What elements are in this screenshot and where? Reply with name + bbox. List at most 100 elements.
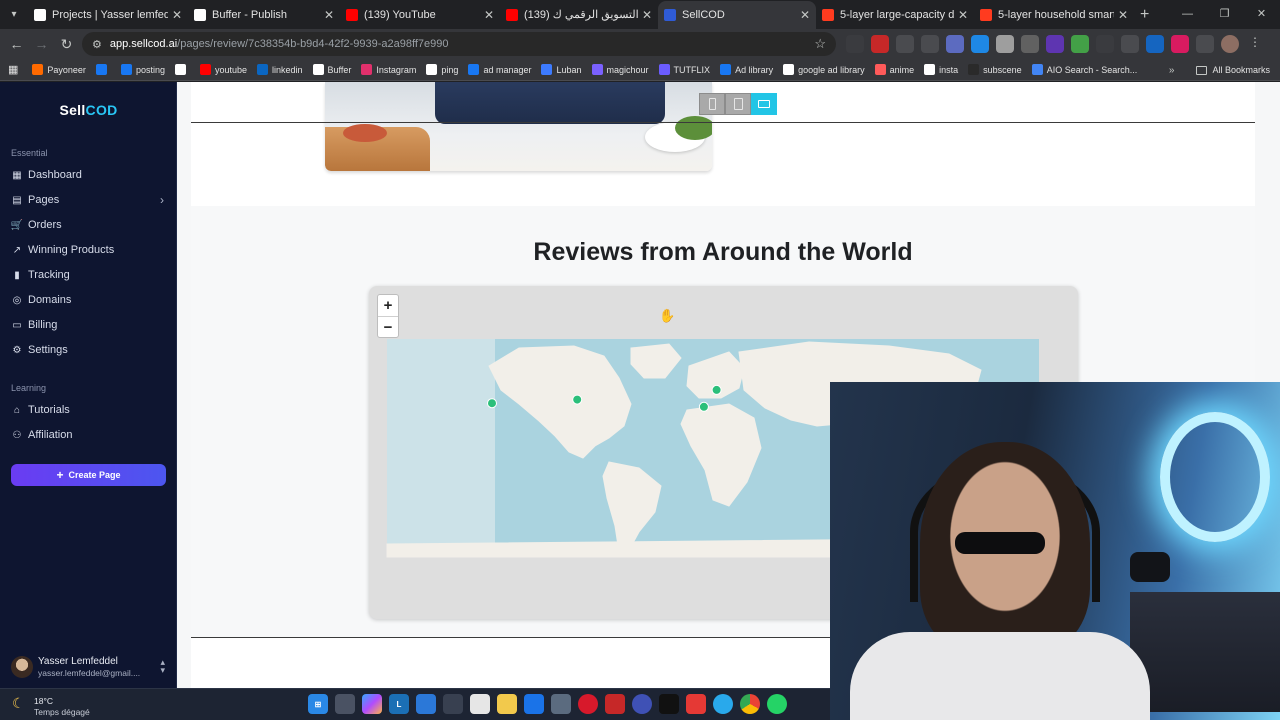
telegram-icon[interactable] (713, 694, 733, 714)
extension-icon[interactable] (971, 35, 989, 53)
bookmark-item[interactable]: Payoneer (32, 64, 86, 75)
extension-icon[interactable] (996, 35, 1014, 53)
bookmark-item[interactable]: ad manager (468, 64, 531, 75)
bookmark-item[interactable]: Luban (541, 64, 582, 75)
app-icon[interactable] (605, 694, 625, 714)
chevron-right-icon[interactable]: › (160, 193, 164, 207)
profile-avatar[interactable] (1221, 35, 1239, 53)
user-profile[interactable]: Yasser Lemfeddel yasser.lemfeddel@gmail.… (11, 654, 171, 680)
extension-icon[interactable] (921, 35, 939, 53)
bookmark-item[interactable]: insta (924, 64, 958, 75)
close-window-button[interactable]: ✕ (1243, 0, 1280, 28)
app-icon[interactable] (443, 694, 463, 714)
bookmark-item[interactable]: AIO Search - Search... (1031, 64, 1137, 75)
minimize-button[interactable]: — (1169, 0, 1206, 28)
map-review-marker[interactable] (698, 401, 709, 412)
sidebar-item-tutorials[interactable]: ⌂ Tutorials (11, 400, 166, 420)
browser-menu-icon[interactable]: ⋮ (1246, 35, 1264, 53)
browser-tab[interactable]: 5-layer household smart frui ✕ (974, 1, 1134, 29)
zoom-out-button[interactable]: − (378, 316, 398, 337)
whatsapp-icon[interactable] (767, 694, 787, 714)
start-icon[interactable]: ⊞ (308, 694, 328, 714)
sidebar-item-billing[interactable]: ▭ Billing (11, 315, 166, 335)
app-icon[interactable]: L (389, 694, 409, 714)
bookmark-item[interactable]: anime (874, 64, 914, 75)
bookmark-item[interactable]: Buffer (312, 64, 351, 75)
extension-icon[interactable] (1096, 35, 1114, 53)
extension-icon[interactable] (1171, 35, 1189, 53)
browser-tab[interactable]: Projects | Yasser lemfeddel's V ✕ (28, 1, 188, 29)
extension-icon[interactable] (946, 35, 964, 53)
tab-close-icon[interactable]: ✕ (172, 8, 182, 22)
bookmark-item[interactable] (174, 64, 190, 75)
bookmark-item[interactable]: magichour (591, 64, 649, 75)
bookmark-item[interactable]: subscene (968, 64, 1022, 75)
bookmark-item[interactable] (95, 64, 111, 75)
bookmark-item[interactable]: Ad library (720, 64, 773, 75)
sidebar-item-settings[interactable]: ⚙ Settings (11, 340, 166, 360)
map-review-marker[interactable] (572, 394, 583, 405)
reload-button[interactable]: ↻ (54, 36, 79, 53)
tab-close-icon[interactable]: ✕ (958, 8, 968, 22)
zoom-in-button[interactable]: + (378, 295, 398, 316)
bookmark-item[interactable]: linkedin (257, 64, 303, 75)
extensions-puzzle-icon[interactable] (1196, 35, 1214, 53)
bookmark-star-icon[interactable]: ☆ (814, 36, 826, 52)
sidebar-item-pages[interactable]: ▤ Pages › (11, 190, 166, 210)
bookmark-item[interactable]: google ad library (783, 64, 865, 75)
tab-close-icon[interactable]: ✕ (1118, 8, 1128, 22)
bookmark-item[interactable]: TUTFLIX (658, 64, 710, 75)
sidebar-item-tracking[interactable]: ▮ Tracking (11, 265, 166, 285)
tab-close-icon[interactable]: ✕ (642, 8, 652, 22)
mobile-view-icon[interactable] (699, 93, 725, 115)
app-icon[interactable] (416, 694, 436, 714)
task-view-icon[interactable] (335, 694, 355, 714)
bookmark-item[interactable]: posting (120, 64, 165, 75)
map-review-marker[interactable] (711, 384, 722, 395)
settings-icon[interactable] (551, 694, 571, 714)
create-page-button[interactable]: + Create Page (11, 464, 166, 486)
desktop-view-icon[interactable] (751, 93, 777, 115)
sidebar-item-orders[interactable]: 🛒 Orders (11, 215, 166, 235)
sidebar-item-winning-products[interactable]: ↗ Winning Products (11, 240, 166, 260)
tiktok-icon[interactable] (659, 694, 679, 714)
bookmark-item[interactable]: ping (426, 64, 458, 75)
tab-close-icon[interactable]: ✕ (324, 8, 334, 22)
tablet-view-icon[interactable] (725, 93, 751, 115)
extension-icon[interactable] (1146, 35, 1164, 53)
extension-icon[interactable] (1021, 35, 1039, 53)
browser-tab[interactable]: Buffer - Publish ✕ (188, 1, 340, 29)
map-review-marker[interactable] (487, 398, 497, 409)
extension-icon[interactable] (1121, 35, 1139, 53)
back-button[interactable]: ← (4, 36, 29, 52)
store-icon[interactable] (497, 694, 517, 714)
chevron-up-down-icon[interactable]: ▴ ▾ (160, 658, 165, 675)
tab-search-button[interactable]: ▾ (0, 1, 28, 29)
browser-tab[interactable]: (139) YouTube ✕ (340, 1, 500, 29)
apps-grid-icon[interactable]: ▦ (8, 63, 18, 76)
extension-icon[interactable] (846, 35, 864, 53)
bookmarks-more-icon[interactable]: » (1169, 65, 1175, 76)
app-icon[interactable] (686, 694, 706, 714)
tab-close-icon[interactable]: ✕ (800, 8, 810, 22)
extension-icon[interactable] (871, 35, 889, 53)
extension-icon[interactable] (1071, 35, 1089, 53)
sellcod-logo[interactable]: SellCOD (0, 102, 177, 118)
sidebar-item-dashboard[interactable]: ▦ Dashboard (11, 165, 166, 185)
extension-icon[interactable] (1046, 35, 1064, 53)
all-bookmarks-link[interactable]: All Bookmarks (1212, 65, 1270, 75)
tab-close-icon[interactable]: ✕ (484, 8, 494, 22)
outlook-icon[interactable] (524, 694, 544, 714)
site-info-icon[interactable]: ⚙ (92, 38, 102, 51)
bookmark-item[interactable]: Instagram (361, 64, 416, 75)
browser-tab[interactable]: (139) وكالة التسويق الرقمي ك ✕ (500, 1, 658, 29)
opera-icon[interactable] (578, 694, 598, 714)
copilot-icon[interactable] (362, 694, 382, 714)
bookmark-item[interactable]: youtube (199, 64, 247, 75)
browser-tab[interactable]: SellCOD ✕ (658, 0, 816, 29)
sidebar-item-domains[interactable]: ◎ Domains (11, 290, 166, 310)
restore-button[interactable]: ❐ (1206, 0, 1243, 28)
new-tab-button[interactable]: + (1140, 6, 1149, 24)
app-icon[interactable] (632, 694, 652, 714)
chrome-icon[interactable] (740, 694, 760, 714)
